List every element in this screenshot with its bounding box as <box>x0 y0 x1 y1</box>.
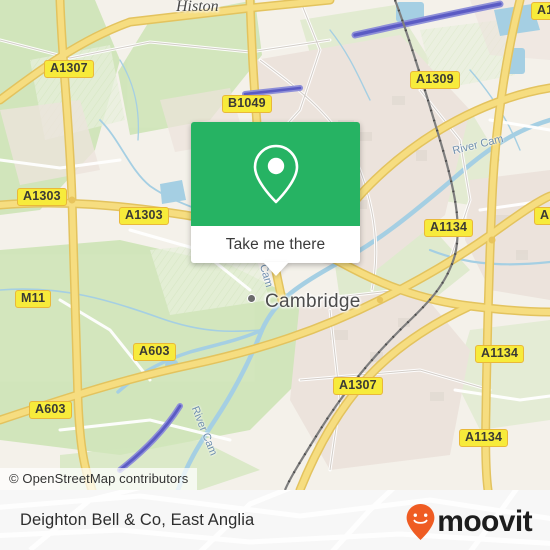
road-shield: A1309 <box>410 71 460 89</box>
card-pin-area <box>191 122 360 226</box>
road-shield: A1303 <box>17 188 67 206</box>
road-shield: A603 <box>133 343 176 361</box>
road-shield: A1134 <box>459 429 509 447</box>
road-shield: A1134 <box>424 219 474 237</box>
map-pin-icon <box>253 144 298 204</box>
moovit-wordmark: moovit <box>437 505 532 538</box>
town-label-histon: Histon <box>176 0 219 15</box>
city-label-cambridge: Cambridge <box>265 291 361 312</box>
road-shield: B1049 <box>222 95 272 113</box>
take-me-there-label: Take me there <box>225 235 326 253</box>
road-shield: A1303 <box>119 207 169 225</box>
road-shield: A1307 <box>44 60 94 78</box>
moovit-logo[interactable]: moovit <box>405 503 533 541</box>
road-shield: A1 <box>534 207 550 225</box>
road-shield: A1307 <box>333 377 383 395</box>
footer-place-title: Deighton Bell & Co, East Anglia <box>20 510 255 529</box>
map-attribution[interactable]: © OpenStreetMap contributors <box>0 468 198 490</box>
road-shield: M11 <box>15 290 52 308</box>
card-cta-area[interactable]: Take me there <box>191 226 360 276</box>
road-shield: A14 <box>531 2 550 20</box>
footer-bar: Deighton Bell & Co, East Anglia moovit <box>0 490 550 550</box>
road-shield: A1134 <box>475 345 525 363</box>
location-callout-card[interactable]: Take me there <box>191 122 360 276</box>
moovit-pin-smile-icon <box>406 504 435 540</box>
city-dot-icon <box>247 294 256 303</box>
card-pointer-tail <box>262 262 289 276</box>
map-screenshot: A1307 A1309 B1049 A14 A1303 A1303 A1134 … <box>0 0 550 550</box>
road-shield: A603 <box>29 401 72 419</box>
